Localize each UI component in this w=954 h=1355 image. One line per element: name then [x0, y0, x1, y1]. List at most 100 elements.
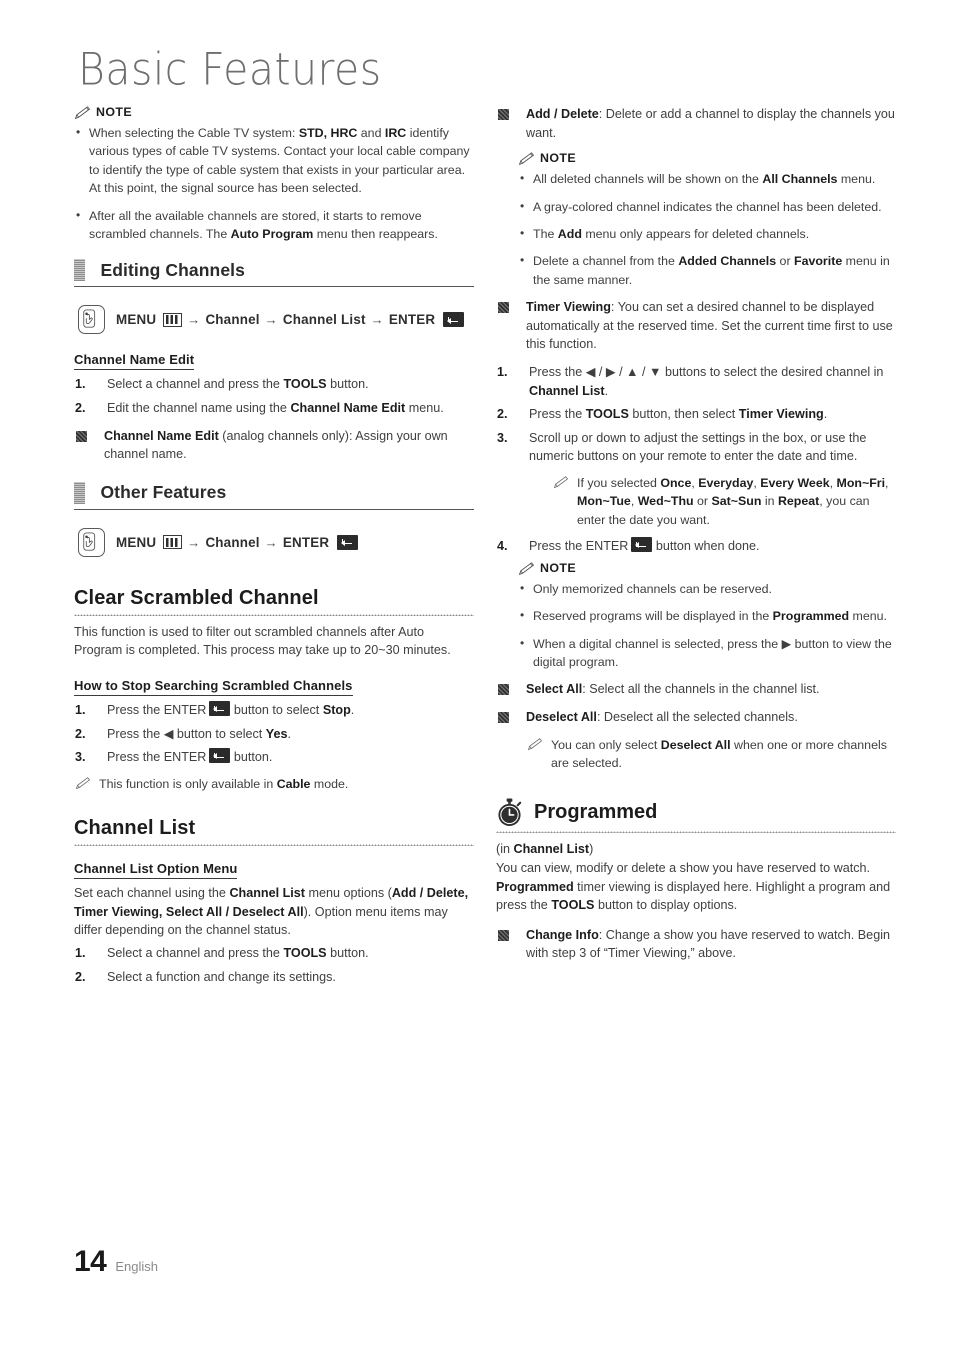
- dotted-rule: [74, 612, 474, 616]
- section-marker-icon: [74, 481, 85, 504]
- step-text: Press the ◀ / ▶ / ▲ / ▼ buttons to selec…: [529, 365, 884, 398]
- step-number: 1.: [75, 945, 86, 960]
- step-text: Scroll up or down to adjust the settings…: [529, 430, 867, 464]
- note-label: NOTE: [540, 151, 577, 166]
- step-text: Press the ◀ button to select Yes.: [107, 726, 292, 741]
- note-text: You can only select Deselect All when on…: [551, 737, 887, 770]
- note-deselect-all: You can only select Deselect All when on…: [526, 736, 896, 773]
- sub-heading-how-to-stop: How to Stop Searching Scrambled Channels: [74, 678, 353, 696]
- note-repeat-options: If you selected Once, Everyday, Every We…: [552, 474, 896, 529]
- item-text: Select All: Select all the channels in t…: [526, 682, 820, 697]
- note-label: NOTE: [96, 105, 133, 119]
- list-item: After all the available channels are sto…: [74, 206, 474, 244]
- step-text: Press the ENTER button to select Stop.: [107, 701, 355, 717]
- step-number: 3.: [75, 750, 86, 765]
- section-rule: [74, 286, 474, 288]
- sub-heading-channel-list-option-menu: Channel List Option Menu: [74, 861, 238, 880]
- note-bullet-list: Only memorized channels can be reserved.…: [518, 579, 896, 672]
- arrow-icon: →: [264, 312, 278, 328]
- menu-path-other-features: MENU → Channel → ENTER: [78, 527, 474, 557]
- section-title: Editing Channels: [100, 259, 245, 280]
- filled-square-bullet-icon: [498, 712, 509, 723]
- dotted-rule: [74, 843, 474, 847]
- programmed-intro: You can view, modify or delete a show yo…: [496, 861, 891, 913]
- filled-square-bullet-icon: [498, 684, 509, 696]
- note-heading: NOTE: [518, 151, 896, 166]
- list-item: All deleted channels will be shown on th…: [518, 169, 896, 188]
- menu-path-editing-channels: MENU → Channel → Channel List → ENTER: [78, 305, 474, 335]
- enter-word: ENTER: [585, 539, 629, 554]
- note-label: NOTE: [540, 560, 577, 575]
- enter-return-icon: [631, 537, 653, 553]
- arrow-icon: →: [370, 312, 384, 328]
- list-item: 3. Scroll up or down to adjust the setti…: [496, 429, 896, 466]
- step-number: 2.: [75, 726, 86, 741]
- list-item: A gray-colored channel indicates the cha…: [518, 197, 896, 216]
- menu-bars-icon: [163, 535, 183, 550]
- list-item: 1. Press the ◀ / ▶ / ▲ / ▼ buttons to se…: [496, 363, 896, 400]
- enter-word: ENTER: [282, 534, 330, 550]
- menu-word: MENU: [116, 312, 157, 328]
- menu-path-text: MENU → Channel → ENTER: [116, 534, 359, 550]
- left-column: NOTE When selecting the Cable TV system:…: [74, 105, 474, 991]
- list-item: Reserved programs will be displayed in t…: [518, 606, 896, 625]
- note-text: This function is only available in Cable…: [99, 776, 349, 791]
- note-text: If you selected Once, Everyday, Every We…: [577, 475, 889, 527]
- step-number: 2.: [75, 401, 86, 416]
- note-bullet-list: When selecting the Cable TV system: STD,…: [74, 123, 474, 244]
- arrow-icon: →: [187, 312, 201, 328]
- section-marker-icon: [74, 259, 85, 282]
- menu-path-step: Channel: [205, 534, 260, 550]
- step-number: 4.: [497, 539, 508, 554]
- steps-stop-searching: 1. Press the ENTER button to select Stop…: [74, 701, 474, 767]
- enter-return-icon: [443, 312, 465, 328]
- enter-word: ENTER: [163, 750, 207, 765]
- list-item: 2. Press the TOOLS button, then select T…: [496, 405, 896, 424]
- step-number: 1.: [497, 365, 508, 379]
- item-text: Deselect All: Deselect all the selected …: [526, 710, 798, 724]
- programmed-context: (in Channel List): [496, 842, 594, 857]
- section-editing-channels: Editing Channels: [74, 259, 474, 293]
- menu-path-step: Channel: [205, 312, 260, 328]
- steps-timer-viewing-cont: 4. Press the ENTER button when done.: [496, 537, 896, 556]
- enter-word: ENTER: [388, 312, 436, 328]
- heading-programmed-row: Programmed: [496, 798, 896, 827]
- step-number: 2.: [497, 407, 508, 422]
- list-item: 2. Press the ◀ button to select Yes.: [74, 725, 474, 744]
- intro-text: Set each channel using the Channel List …: [74, 886, 469, 938]
- section-programmed: Programmed (in Channel List) You can vie…: [496, 798, 896, 963]
- section-channel-list: Channel List Channel List Option Menu Se…: [74, 817, 474, 986]
- item-timer-viewing: Timer Viewing: You can set a desired cha…: [496, 298, 896, 354]
- list-item: Channel Name Edit (analog channels only)…: [74, 427, 474, 464]
- note-cable-mode: This function is only available in Cable…: [74, 775, 474, 793]
- note-heading: NOTE: [74, 105, 474, 120]
- step-number: 2.: [75, 969, 86, 984]
- steps-channel-name-edit: 1. Select a channel and press the TOOLS …: [74, 375, 474, 417]
- steps-timer-viewing: 1. Press the ◀ / ▶ / ▲ / ▼ buttons to se…: [496, 363, 896, 466]
- step-text: Edit the channel name using the Channel …: [107, 401, 444, 416]
- pencil-icon: [527, 737, 543, 756]
- list-item: When selecting the Cable TV system: STD,…: [74, 123, 474, 198]
- item-change-info: Change Info: Change a show you have rese…: [496, 926, 896, 963]
- stopwatch-icon: [496, 798, 523, 827]
- filled-square-bullet-icon: [498, 929, 509, 941]
- item-select-all: Select All: Select all the channels in t…: [496, 680, 896, 699]
- list-item: 1. Select a channel and press the TOOLS …: [74, 375, 474, 394]
- arrow-icon: →: [187, 534, 201, 550]
- step-number: 1.: [75, 377, 86, 392]
- menu-path-step: Channel List: [282, 312, 366, 328]
- item-add-delete: Add / Delete: Delete or add a channel to…: [496, 105, 896, 142]
- enter-return-icon: [209, 748, 231, 764]
- menu-word: MENU: [116, 534, 157, 550]
- heading-clear-scrambled-channel: Clear Scrambled Channel: [74, 586, 319, 609]
- item-text: Timer Viewing: You can set a desired cha…: [526, 300, 893, 352]
- section-other-features: Other Features: [74, 481, 474, 516]
- note-heading: NOTE: [518, 561, 896, 576]
- intro-text: This function is used to filter out scra…: [74, 624, 451, 658]
- right-column: Add / Delete: Delete or add a channel to…: [496, 105, 896, 972]
- dotted-rule: [496, 830, 896, 834]
- list-item: 3. Press the ENTER button.: [74, 748, 474, 767]
- menu-path-text: MENU → Channel → Channel List → ENTER: [116, 312, 465, 328]
- page-language: English: [115, 1259, 159, 1274]
- section-clear-scrambled-channel: Clear Scrambled Channel This function is…: [74, 587, 474, 793]
